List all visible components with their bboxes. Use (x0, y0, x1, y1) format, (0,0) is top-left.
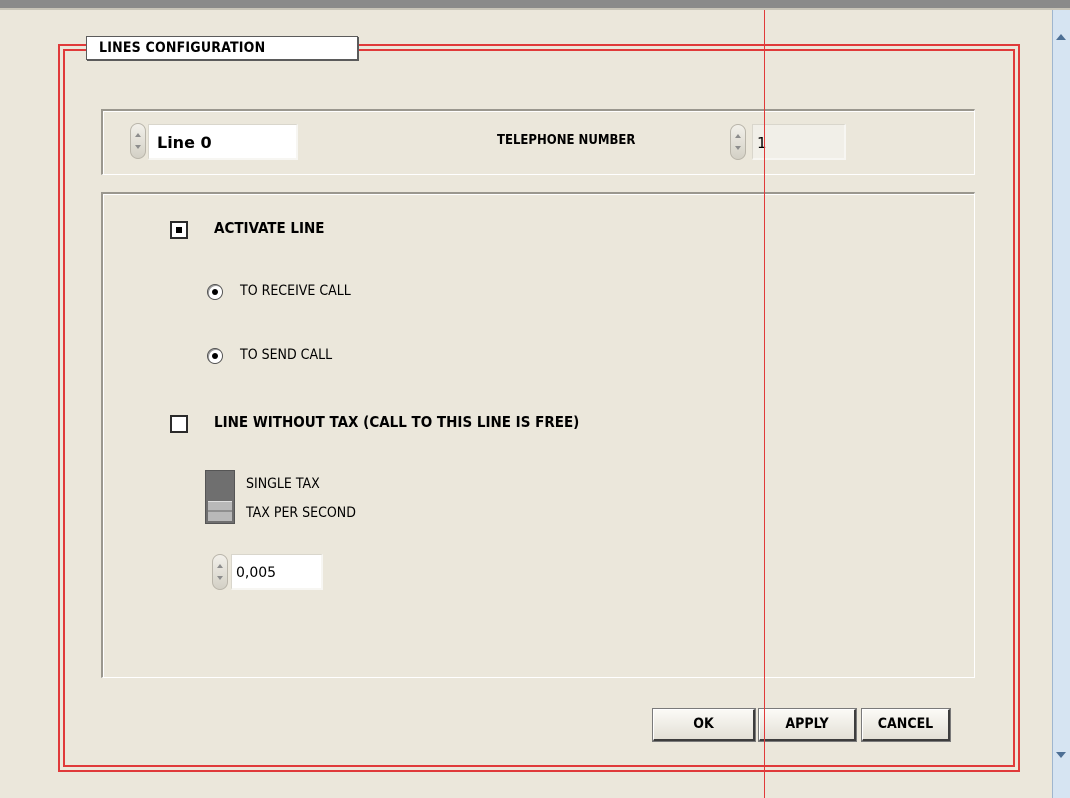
line-settings-panel (101, 192, 975, 678)
tax-per-second-label: TAX PER SECOND (246, 505, 356, 521)
vertical-guide-line (764, 10, 765, 798)
receive-call-radio[interactable] (207, 284, 223, 300)
tax-mode-toggle-knob[interactable] (208, 501, 232, 521)
activate-line-label: ACTIVATE LINE (214, 219, 325, 237)
telephone-spinner-icon[interactable] (730, 124, 746, 160)
line-spinner-icon[interactable] (130, 123, 146, 159)
scroll-up-arrow-icon[interactable] (1056, 34, 1066, 44)
send-call-label: TO SEND CALL (240, 347, 333, 363)
ok-button[interactable]: OK (652, 708, 756, 742)
scroll-down-arrow-icon[interactable] (1056, 752, 1066, 762)
send-call-radio[interactable] (207, 348, 223, 364)
window-top-border (0, 0, 1070, 8)
line-select-field[interactable]: Line 0 (148, 124, 298, 160)
vertical-scrollbar[interactable] (1052, 10, 1070, 798)
apply-button[interactable]: APPLY (758, 708, 857, 742)
single-tax-label: SINGLE TAX (246, 476, 320, 492)
telephone-number-field[interactable]: 1 (752, 124, 846, 160)
telephone-number-label: TELEPHONE NUMBER (497, 133, 636, 148)
line-without-tax-checkbox[interactable] (170, 415, 188, 433)
line-without-tax-label: LINE WITHOUT TAX (CALL TO THIS LINE IS F… (214, 413, 580, 431)
receive-call-label: TO RECEIVE CALL (240, 283, 351, 299)
tax-value-spinner-icon[interactable] (212, 554, 228, 590)
tax-value-field[interactable]: 0,005 (231, 554, 323, 590)
window-top-border-inner (0, 8, 1070, 10)
cancel-button[interactable]: CANCEL (861, 708, 951, 742)
activate-line-checkbox[interactable] (170, 221, 188, 239)
frame-title: LINES CONFIGURATION (86, 36, 358, 60)
tax-mode-toggle[interactable] (205, 470, 235, 524)
